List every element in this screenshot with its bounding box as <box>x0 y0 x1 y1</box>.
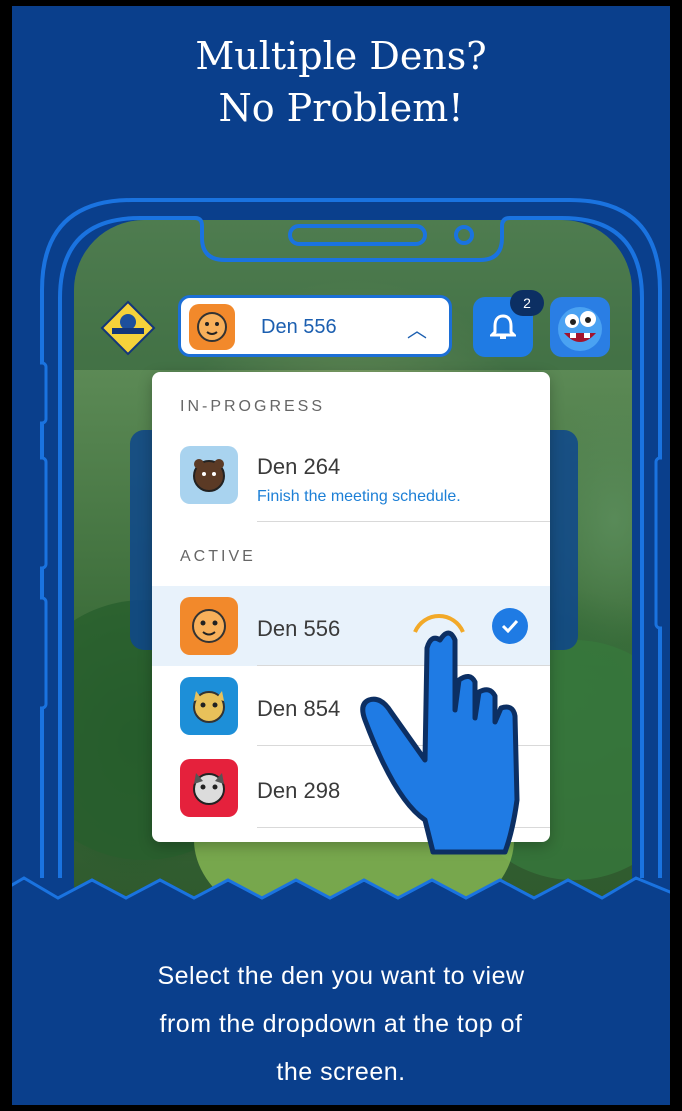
profile-avatar-button[interactable] <box>550 297 610 357</box>
left-border <box>0 0 12 1111</box>
instruction-line-3: the screen. <box>276 1058 406 1086</box>
den-name: Den 264 <box>257 454 341 479</box>
bobcat-icon <box>180 677 238 735</box>
wolf-icon <box>180 759 238 817</box>
monster-avatar-icon <box>558 307 602 351</box>
top-border <box>0 0 682 6</box>
selected-den-label: Den 556 <box>261 316 337 338</box>
den-dropdown[interactable]: Den 556 ︿ <box>178 295 452 357</box>
title-line-2: No Problem! <box>218 86 464 130</box>
instruction-text: Select the den you want to view from the… <box>0 952 682 1096</box>
tiger-icon <box>189 304 235 350</box>
wave-divider <box>0 876 682 920</box>
bottom-border <box>0 1105 682 1111</box>
tapping-hand-icon <box>360 614 520 855</box>
instruction-line-1: Select the den you want to view <box>157 962 525 990</box>
section-header-active: ACTIVE <box>180 548 256 565</box>
section-header-in-progress: IN-PROGRESS <box>180 398 326 415</box>
notification-count-badge: 2 <box>510 290 544 316</box>
den-status-subtitle: Finish the meeting schedule. <box>257 488 461 505</box>
bell-icon <box>490 314 516 339</box>
den-name: Den 854 <box>257 696 341 721</box>
divider <box>257 521 550 522</box>
promo-title: Multiple Dens? No Problem! <box>0 30 682 134</box>
den-name: Den 556 <box>257 616 341 641</box>
dropdown-item-den-264[interactable]: Den 264 Finish the meeting schedule. <box>152 428 550 522</box>
tiger-icon <box>180 597 238 655</box>
right-border <box>670 0 682 1111</box>
chevron-up-icon: ︿ <box>407 320 427 342</box>
promo-frame: Multiple Dens? No Problem! Den 556 ︿ 2 I… <box>0 0 682 1111</box>
bear-icon <box>180 446 238 504</box>
title-line-1: Multiple Dens? <box>195 34 487 78</box>
instruction-line-2: from the dropdown at the top of <box>159 1010 523 1038</box>
den-name: Den 298 <box>257 778 341 803</box>
cub-scouts-logo <box>100 300 156 356</box>
